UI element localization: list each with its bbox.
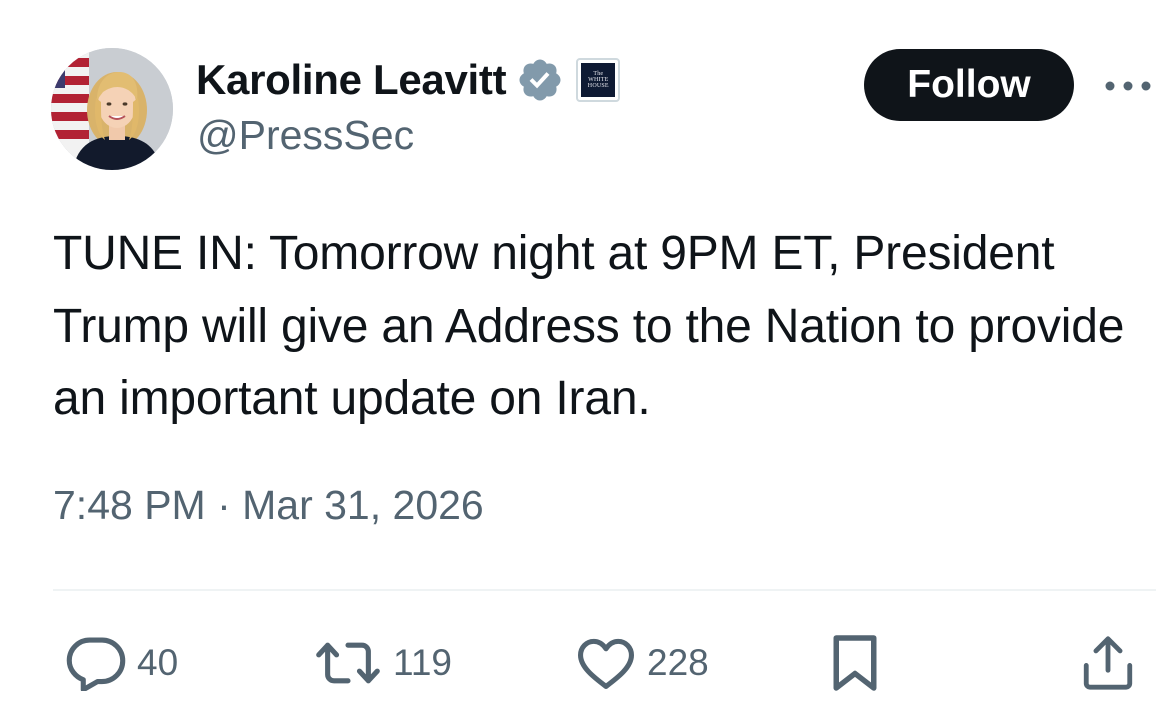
retweet-button[interactable]: 119 bbox=[313, 628, 452, 698]
avatar[interactable] bbox=[51, 48, 173, 170]
share-button[interactable] bbox=[1080, 628, 1136, 698]
bookmark-button[interactable] bbox=[829, 628, 881, 698]
display-name[interactable]: Karoline Leavitt bbox=[196, 56, 507, 104]
share-icon bbox=[1083, 636, 1133, 690]
divider bbox=[53, 589, 1156, 591]
verified-badge-icon[interactable] bbox=[516, 56, 564, 104]
retweet-count: 119 bbox=[393, 642, 452, 683]
like-count: 228 bbox=[647, 642, 709, 683]
retweet-icon bbox=[316, 642, 380, 684]
like-button[interactable]: 228 bbox=[575, 628, 709, 698]
badge-line-3: HOUSE bbox=[587, 83, 609, 89]
more-options-icon[interactable] bbox=[1100, 68, 1156, 104]
white-house-logo-mark: The WHITE HOUSE bbox=[581, 63, 616, 97]
tweet-card: Karoline Leavitt The WHITE HOUSE @PressS… bbox=[0, 0, 1156, 701]
like-icon bbox=[578, 638, 634, 689]
tweet-text: TUNE IN: Tomorrow night at 9PM ET, Presi… bbox=[53, 227, 1125, 425]
tweet-timestamp[interactable]: 7:48 PM · Mar 31, 2026 bbox=[53, 482, 484, 529]
reply-icon bbox=[66, 637, 126, 691]
author-name-row: Karoline Leavitt The WHITE HOUSE bbox=[196, 52, 621, 108]
reply-count: 40 bbox=[137, 642, 179, 683]
white-house-logo[interactable]: The WHITE HOUSE bbox=[576, 58, 621, 102]
follow-button[interactable]: Follow bbox=[864, 49, 1074, 121]
avatar-photo bbox=[51, 48, 173, 170]
bookmark-icon bbox=[833, 635, 877, 691]
user-handle[interactable]: @PressSec bbox=[197, 112, 414, 159]
reply-button[interactable]: 40 bbox=[65, 628, 178, 698]
